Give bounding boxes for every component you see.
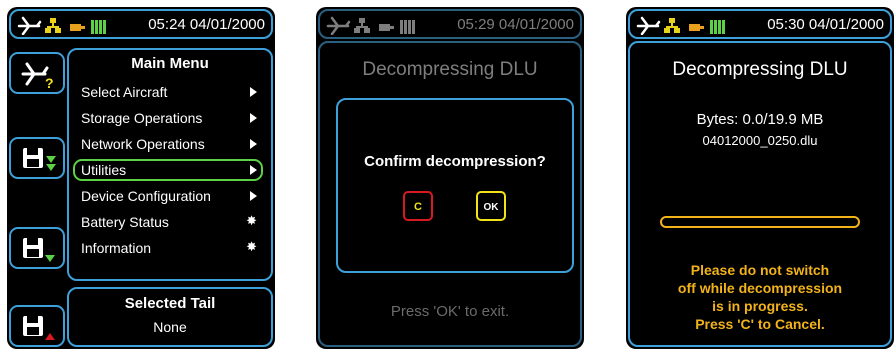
aircraft-help-icon: ? — [21, 62, 54, 89]
aircraft-help-button[interactable]: ? — [9, 52, 65, 94]
chevron-right-icon — [250, 139, 257, 149]
usb-icon — [379, 24, 394, 31]
menu-item-label: Device Configuration — [81, 188, 211, 204]
exit-hint: Press 'OK' to exit. — [390, 303, 510, 320]
status-time: 05:30 04/01/2000 — [767, 16, 884, 33]
menu-item-label: Utilities — [81, 162, 127, 178]
chevron-right-icon — [250, 191, 257, 201]
status-icons — [636, 16, 725, 35]
storage-download-button[interactable] — [9, 137, 65, 179]
disk-green-down-icon — [23, 238, 55, 262]
usb-icon — [70, 24, 85, 31]
warning-message: Please do not switch off while decompres… — [630, 261, 890, 333]
menu-item-battery-status[interactable]: Battery Status ✸ — [73, 211, 263, 233]
status-bar: 05:24 04/01/2000 — [9, 9, 273, 39]
download-button[interactable] — [9, 227, 65, 269]
selected-tail-title: Selected Tail — [124, 295, 216, 312]
aircraft-status-icon — [17, 16, 42, 35]
menu-item-label: Information — [81, 240, 152, 256]
warning-line: Please do not switch — [690, 262, 830, 278]
menu-item-select-aircraft[interactable]: Select Aircraft — [73, 81, 263, 103]
gear-icon: ✸ — [246, 239, 257, 254]
battery-icon — [710, 20, 725, 34]
menu-item-label: Network Operations — [81, 136, 205, 152]
bytes-progress-text: Bytes: 0.0/19.9 MB — [696, 111, 824, 128]
status-time: 05:29 04/01/2000 — [457, 16, 574, 33]
network-icon — [664, 18, 680, 33]
chevron-right-icon — [250, 165, 257, 175]
main-menu-panel: Main Menu Select Aircraft Storage Operat… — [67, 48, 273, 281]
selected-tail-value: None — [153, 319, 187, 335]
warning-line: Press 'C' to Cancel. — [695, 316, 825, 332]
usb-icon — [689, 24, 704, 31]
selected-tail-panel: Selected Tail None — [67, 287, 273, 347]
network-icon — [354, 18, 370, 33]
cancel-button[interactable]: C — [403, 191, 433, 221]
battery-icon — [91, 20, 106, 34]
page-title: Decompressing DLU — [362, 59, 538, 80]
aircraft-status-icon — [326, 16, 351, 35]
menu-item-utilities[interactable]: Utilities — [73, 159, 263, 181]
menu-title: Main Menu — [131, 55, 209, 72]
file-name: 04012000_0250.dlu — [702, 133, 818, 148]
battery-icon — [400, 20, 415, 34]
menu-item-storage-operations[interactable]: Storage Operations — [73, 107, 263, 129]
status-time: 05:24 04/01/2000 — [148, 16, 265, 33]
warning-line: is in progress. — [712, 298, 808, 314]
confirm-question: Confirm decompression? — [364, 153, 546, 170]
menu-item-label: Select Aircraft — [81, 84, 168, 100]
menu-item-device-configuration[interactable]: Device Configuration — [73, 185, 263, 207]
status-icons — [17, 16, 106, 35]
status-bar: 05:30 04/01/2000 — [628, 9, 892, 39]
menu-item-label: Battery Status — [81, 214, 169, 230]
aircraft-status-icon — [636, 16, 661, 35]
status-icons — [326, 16, 415, 35]
cancel-button-label: C — [414, 201, 422, 213]
disk-download-icon — [23, 148, 56, 171]
confirm-dialog: Confirm decompression? C OK — [336, 98, 574, 273]
page-title: Decompressing DLU — [672, 59, 848, 80]
menu-item-network-operations[interactable]: Network Operations — [73, 133, 263, 155]
network-icon — [45, 18, 61, 33]
chevron-right-icon — [250, 113, 257, 123]
svg-text:?: ? — [45, 75, 54, 89]
confirm-decompress-screen: 05:29 04/01/2000 Decompressing DLU Press… — [316, 7, 584, 349]
menu-item-label: Storage Operations — [81, 110, 203, 126]
main-menu-screen: 05:24 04/01/2000 ? Main Menu Select Airc… — [7, 7, 275, 349]
decompressing-screen: 05:30 04/01/2000 Decompressing DLU Bytes… — [626, 7, 894, 349]
gear-icon: ✸ — [246, 213, 257, 228]
progress-bar — [660, 216, 860, 228]
decompress-panel: Decompressing DLU Bytes: 0.0/19.9 MB 040… — [628, 41, 892, 347]
ok-button[interactable]: OK — [476, 191, 506, 221]
chevron-right-icon — [250, 87, 257, 97]
disk-red-up-icon — [23, 316, 55, 340]
ok-button-label: OK — [483, 202, 499, 213]
upload-button[interactable] — [9, 305, 65, 347]
menu-item-information[interactable]: Information ✸ — [73, 237, 263, 259]
warning-line: off while decompression — [677, 280, 843, 296]
status-bar: 05:29 04/01/2000 — [318, 9, 582, 39]
